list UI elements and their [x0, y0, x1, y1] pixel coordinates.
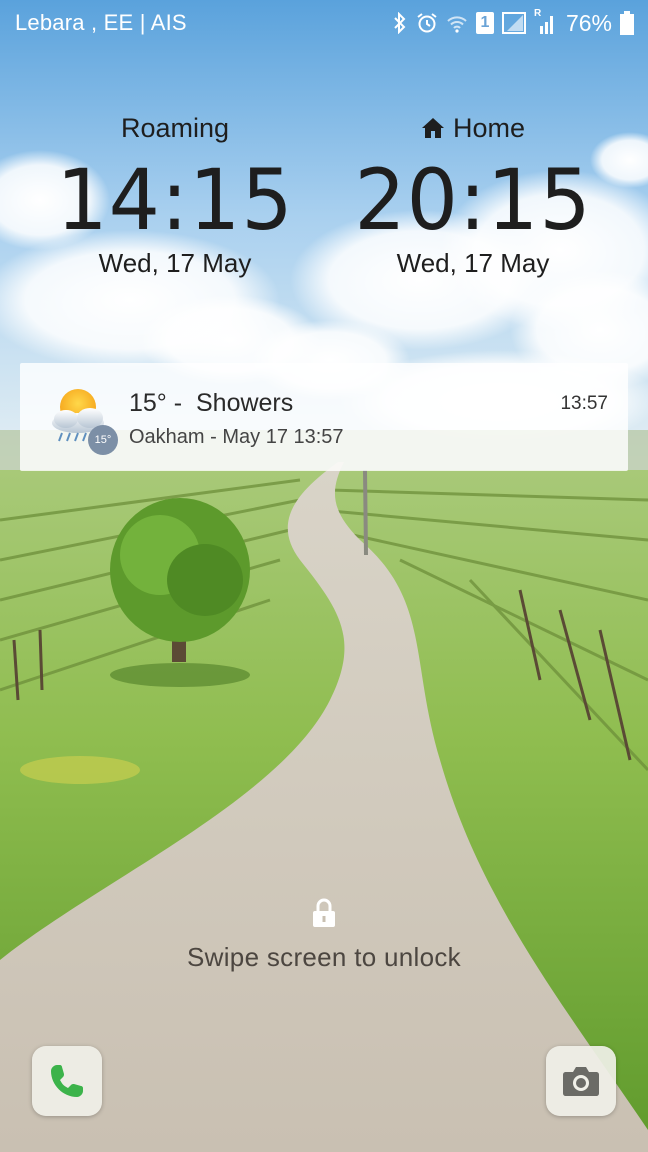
weather-widget[interactable]: 15° 15° - Showers Oakham - May 17 13:57 …	[20, 363, 628, 471]
roaming-label-text: Roaming	[120, 113, 230, 143]
alarm-icon	[417, 13, 437, 33]
lock-icon	[313, 898, 335, 927]
home-label-text: Home	[452, 113, 526, 143]
lock-screen[interactable]: Lebara , EE | AIS 1 R 76% Roaming 14:15 …	[0, 0, 648, 1152]
phone-icon	[51, 1065, 83, 1097]
weather-temperature: 15°	[129, 389, 167, 417]
camera-shortcut-button[interactable]	[546, 1046, 616, 1116]
unlock-hint: Swipe screen to unlock	[187, 942, 461, 972]
sim-slot-number: 1	[480, 14, 490, 31]
sun-cloud-rain-icon: 15°	[48, 385, 118, 457]
sim-1-icon: 1	[475, 12, 494, 34]
temperature-badge: 15°	[88, 425, 118, 455]
roaming-signal-icon: R	[534, 8, 556, 34]
weather-location: Oakham - May 17 13:57	[129, 426, 344, 448]
roaming-clock: Roaming 14:15 Wed, 17 May	[45, 110, 305, 279]
home-clock: Home 20:15 Wed, 17 May	[343, 110, 603, 279]
home-icon	[421, 118, 444, 138]
bluetooth-icon	[394, 12, 406, 34]
weather-separator: -	[166, 389, 196, 417]
weather-condition: Showers	[195, 389, 294, 417]
status-bar: Lebara , EE | AIS 1 R 76%	[0, 0, 648, 46]
home-clock-time: 20:15	[354, 151, 592, 249]
status-icons: 1 R 76%	[392, 8, 634, 38]
wifi-icon	[447, 16, 467, 33]
phone-shortcut-button[interactable]	[32, 1046, 102, 1116]
signal-icon	[501, 12, 526, 34]
roaming-clock-date: Wed, 17 May	[98, 248, 252, 278]
camera-icon	[563, 1067, 599, 1096]
weather-updated-time: 13:57	[560, 393, 608, 414]
carrier-label: Lebara , EE | AIS	[15, 10, 187, 35]
home-clock-date: Wed, 17 May	[396, 248, 550, 278]
battery-percent: 76%	[565, 9, 612, 36]
weather-summary: 15° - Showers	[129, 389, 293, 418]
roaming-clock-label: Roaming	[45, 110, 305, 146]
battery-icon	[620, 11, 634, 35]
home-clock-label: Home	[343, 110, 603, 146]
roaming-clock-time: 14:15	[56, 151, 294, 249]
temperature-badge-text: 15°	[94, 434, 112, 446]
